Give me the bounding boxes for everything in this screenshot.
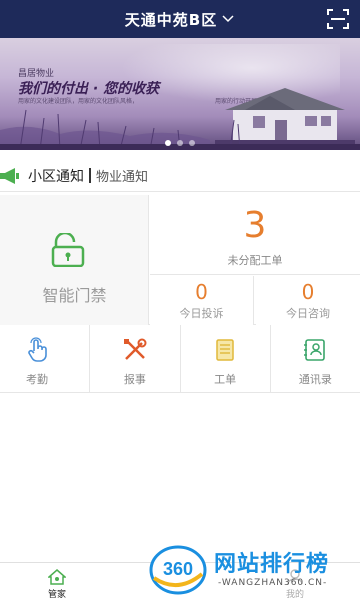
consult-count: 0	[301, 280, 315, 304]
carousel-dot[interactable]	[177, 140, 183, 146]
notice-subtitle: 物业通知	[96, 170, 149, 185]
community-title: 天通中苑B区	[124, 10, 218, 29]
scan-icon[interactable]	[326, 7, 350, 31]
complaints-count: 0	[195, 280, 208, 304]
notice-title: 小区通知	[28, 168, 84, 185]
complaints-tile[interactable]: 0 今日投诉	[150, 276, 254, 325]
consult-tile[interactable]: 0 今日咨询	[256, 276, 360, 325]
pending-orders-tile[interactable]: 3 未分配工单	[150, 195, 360, 275]
attendance-button[interactable]: 考勤	[0, 325, 91, 392]
banner-carousel[interactable]: 昌居物业 我们的付出 · 您的收获 用家的文化建设团队，用家的文化团队风格， 用…	[0, 38, 360, 150]
dashboard-grid: 智能门禁 3 未分配工单 0 今日投诉 0 今日咨询	[0, 195, 360, 325]
watermark-logo: 360	[149, 545, 207, 595]
workorder-button[interactable]: 工单	[180, 325, 271, 392]
report-button[interactable]: 报事	[90, 325, 181, 392]
notice-bar[interactable]: 小区通知 物业通知	[0, 160, 360, 192]
smart-door-tile[interactable]: 智能门禁	[0, 195, 149, 325]
notice-separator	[89, 168, 91, 183]
attendance-label: 考勤	[26, 373, 48, 386]
community-selector[interactable]: 天通中苑B区	[125, 9, 235, 30]
tab-home[interactable]: 管家	[40, 567, 74, 600]
watermark-title: 网站排行榜	[214, 552, 330, 577]
banner-slogan: 我们的付出 · 您的收获	[18, 81, 160, 97]
unlock-icon	[51, 233, 85, 267]
carousel-dot[interactable]	[165, 140, 171, 146]
carousel-dot[interactable]	[189, 140, 195, 146]
chevron-down-icon	[222, 15, 234, 23]
smart-door-label: 智能门禁	[42, 286, 107, 305]
contacts-icon	[304, 339, 326, 361]
tab-home-label: 管家	[47, 590, 66, 600]
watermark-url: -WANGZHAN360.CN-	[218, 578, 328, 588]
consult-label: 今日咨询	[286, 307, 330, 320]
tools-icon	[123, 338, 147, 360]
contacts-label: 通讯录	[298, 373, 332, 386]
carousel-dots	[0, 140, 360, 146]
hand-tap-icon	[28, 337, 47, 362]
complaints-label: 今日投诉	[179, 307, 224, 320]
pending-orders-count: 3	[243, 205, 267, 246]
watermark: 360 网站排行榜 -WANGZHAN360.CN-	[148, 540, 360, 600]
function-row: 考勤 报事 工单 通讯录	[0, 325, 360, 393]
home-icon	[48, 569, 66, 585]
report-label: 报事	[123, 373, 146, 386]
workorder-label: 工单	[214, 373, 237, 386]
svg-text:360: 360	[163, 559, 193, 579]
megaphone-icon	[0, 167, 19, 184]
top-header: 天通中苑B区	[0, 0, 360, 38]
document-icon	[216, 339, 234, 361]
contacts-button[interactable]: 通讯录	[270, 325, 360, 392]
pending-orders-label: 未分配工单	[227, 254, 283, 267]
